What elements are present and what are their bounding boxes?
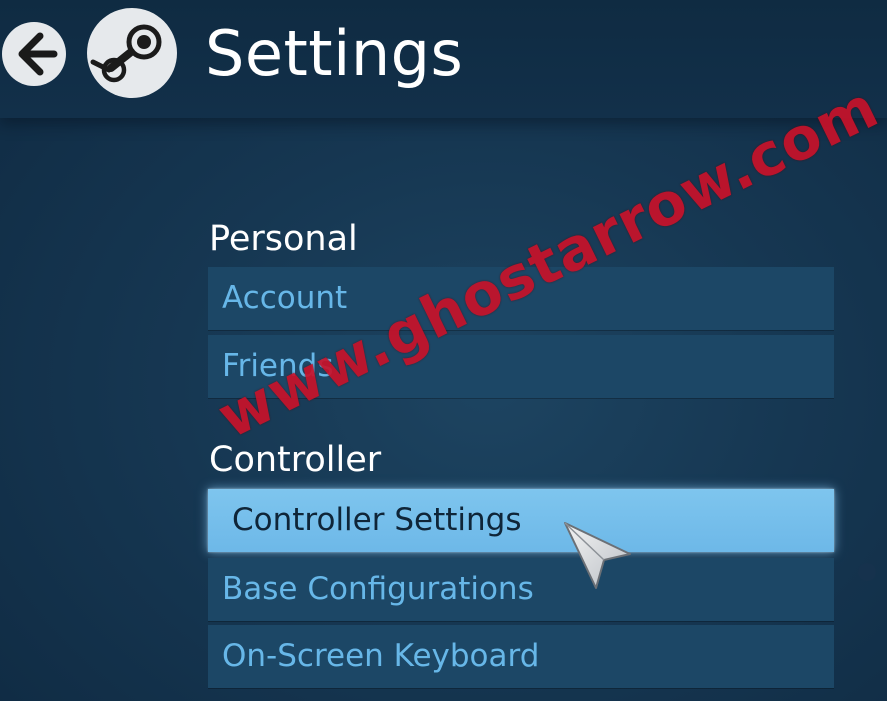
menu-item-on-screen-keyboard[interactable]: On-Screen Keyboard xyxy=(208,625,834,688)
back-arrow-icon xyxy=(18,32,58,76)
side-indicator-dot xyxy=(858,563,876,581)
steam-logo[interactable] xyxy=(87,8,177,98)
menu-item-base-configurations[interactable]: Base Configurations xyxy=(208,558,834,621)
header-bar: Settings xyxy=(0,0,887,118)
menu-item-account[interactable]: Account xyxy=(208,267,834,330)
back-button[interactable] xyxy=(2,22,66,86)
steam-logo-icon xyxy=(90,24,162,83)
menu-item-friends[interactable]: Friends xyxy=(208,335,834,398)
page-title: Settings xyxy=(205,17,464,90)
section-header-controller: Controller xyxy=(209,440,382,480)
section-header-personal: Personal xyxy=(209,219,358,259)
menu-item-controller-settings[interactable]: Controller Settings xyxy=(208,489,834,552)
